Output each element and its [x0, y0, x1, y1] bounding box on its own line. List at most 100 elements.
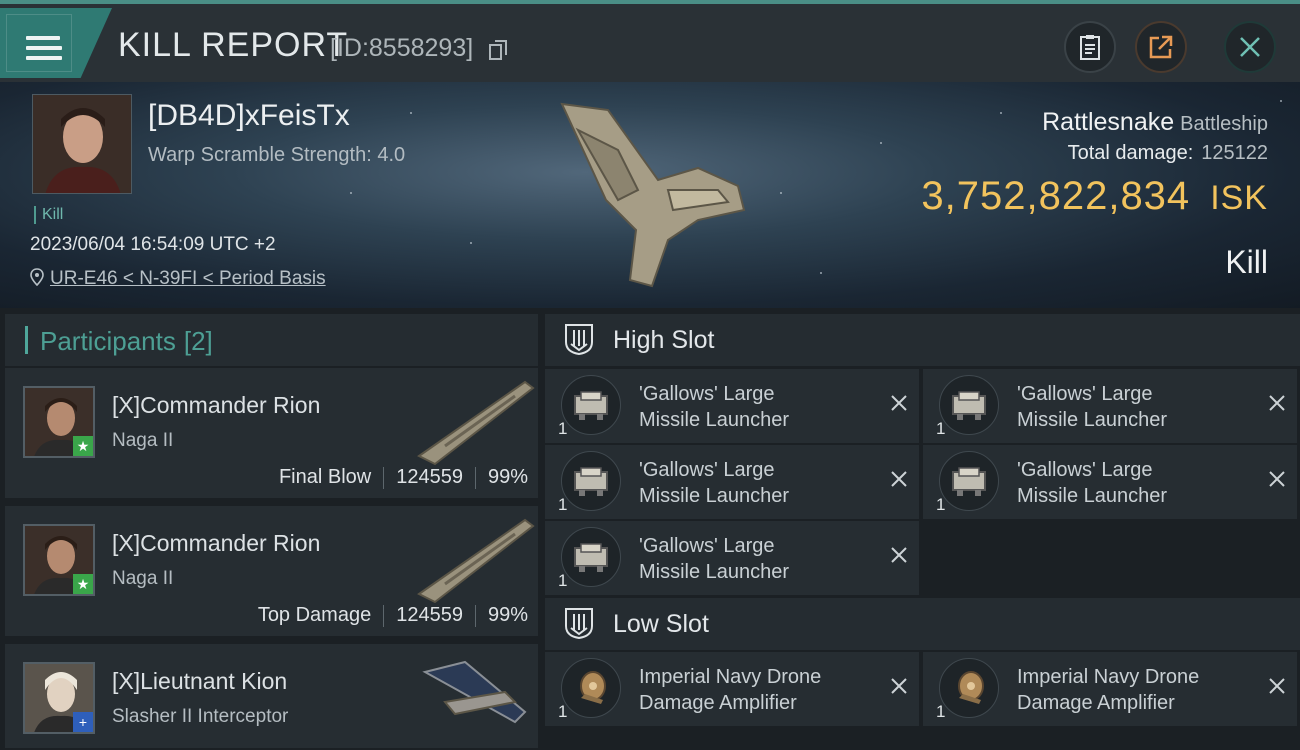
module-name-line1: 'Gallows' Large [639, 535, 775, 557]
module-name-line2: Damage Amplifier [639, 692, 797, 714]
participant-card[interactable]: ★ [X]Commander Rion Naga II Top Damage 1… [5, 506, 538, 638]
location-text: UR-E46 < N-39FI < Period Basis [50, 268, 326, 289]
character-portrait-icon [33, 95, 131, 193]
divider [474, 604, 476, 627]
share-button[interactable] [1135, 21, 1187, 73]
participant-stats: Top Damage 124559 99% [258, 604, 528, 627]
participant-card[interactable]: ★ [X]Commander Rion Naga II Final Blow 1… [5, 368, 538, 500]
missile-launcher-icon [939, 375, 999, 435]
module-item[interactable]: 1 Imperial Navy Drone Damage Amplifier [923, 652, 1297, 726]
module-name-line1: 'Gallows' Large [639, 459, 775, 481]
module-name: 'Gallows' Large Missile Launcher [639, 381, 869, 433]
participant-role: Top Damage [257, 604, 372, 626]
module-quantity: 1 [558, 419, 568, 438]
participant-ship: Naga II [112, 430, 174, 451]
module-quantity: 1 [558, 571, 568, 590]
corp-badge: + [73, 712, 93, 732]
menu-icon [26, 36, 62, 62]
module-quantity: 1 [558, 702, 568, 721]
close-button[interactable] [1224, 21, 1276, 73]
destroyed-x-icon [891, 471, 907, 487]
corp-badge: ★ [73, 574, 93, 594]
participants-title: Participants [2] [40, 326, 213, 357]
clipboard-button[interactable] [1064, 21, 1116, 73]
participant-name[interactable]: [X]Lieutnant Kion [112, 668, 287, 695]
divider [474, 466, 476, 489]
module-name-line2: Missile Launcher [639, 409, 790, 431]
victim-name[interactable]: [DB4D]xFeisTx [148, 99, 350, 133]
avatar[interactable]: + [23, 662, 95, 734]
module-name: 'Gallows' Large Missile Launcher [1017, 457, 1247, 509]
victim-ship-icon[interactable] [548, 90, 758, 290]
high-slot-header: High Slot [545, 314, 1300, 366]
top-bar: KILL REPORT [ID:8558293] [0, 0, 1300, 82]
low-slot-label: Low Slot [613, 610, 709, 638]
location-pin-icon [30, 268, 44, 286]
low-slot-icon [565, 608, 593, 640]
module-quantity: 1 [936, 495, 946, 514]
share-icon [1149, 35, 1173, 59]
module-name: Imperial Navy Drone Damage Amplifier [1017, 664, 1247, 716]
clipboard-icon [1080, 35, 1100, 60]
kill-datetime: 2023/06/04 16:54:09 UTC +2 [30, 234, 276, 255]
kill-location-link[interactable]: UR-E46 < N-39FI < Period Basis [30, 268, 326, 290]
module-quantity: 1 [936, 419, 946, 438]
participant-name[interactable]: [X]Commander Rion [112, 392, 320, 419]
low-slot-header: Low Slot [545, 598, 1300, 650]
avatar[interactable]: ★ [23, 524, 95, 596]
participant-name[interactable]: [X]Commander Rion [112, 530, 320, 557]
close-icon [1240, 37, 1260, 57]
missile-launcher-icon [561, 451, 621, 511]
report-id: [ID:8558293] [330, 34, 474, 62]
participant-ship-icon [417, 518, 535, 604]
menu-button[interactable] [0, 8, 112, 78]
participants-header: Participants [2] [5, 314, 538, 366]
missile-launcher-icon [939, 451, 999, 511]
isk-amount: 3,752,822,834 [921, 174, 1191, 218]
participant-damage: 124559 [396, 604, 463, 626]
avatar[interactable]: ★ [23, 386, 95, 458]
module-item[interactable]: 1 'Gallows' Large Missile Launcher [545, 445, 919, 519]
copy-icon[interactable] [489, 40, 507, 60]
participant-role: Final Blow [278, 466, 372, 488]
module-item[interactable]: 1 'Gallows' Large Missile Launcher [923, 445, 1297, 519]
missile-launcher-icon [561, 375, 621, 435]
total-damage-label: Total damage: [1067, 142, 1194, 164]
warp-scramble-strength: Warp Scramble Strength: 4.0 [148, 144, 406, 166]
kill-tag: Kill [34, 206, 63, 224]
victim-banner: [DB4D]xFeisTx Warp Scramble Strength: 4.… [0, 82, 1300, 308]
module-item[interactable]: 1 'Gallows' Large Missile Launcher [545, 521, 919, 595]
module-item[interactable]: 1 'Gallows' Large Missile Launcher [545, 369, 919, 443]
participant-damage: 124559 [396, 466, 463, 488]
module-quantity: 1 [936, 702, 946, 721]
participants-count: [2] [183, 326, 213, 356]
participant-ship: Naga II [112, 568, 174, 589]
ship-type: Rattlesnake [1042, 108, 1175, 136]
module-name-line2: Damage Amplifier [1017, 692, 1175, 714]
participants-panel: Participants [2] ★ [X]Commander Rion Naga… [5, 314, 538, 750]
module-item[interactable]: 1 Imperial Navy Drone Damage Amplifier [545, 652, 919, 726]
page-title: KILL REPORT [118, 26, 349, 64]
drone-damage-amplifier-icon [939, 658, 999, 718]
module-name-line2: Missile Launcher [639, 485, 790, 507]
divider [383, 604, 385, 627]
victim-ship-name[interactable]: Rattlesnake Battleship [1042, 108, 1268, 137]
module-name-line2: Missile Launcher [639, 561, 790, 583]
total-damage: Total damage: 125122 [1068, 142, 1268, 165]
module-item[interactable]: 1 'Gallows' Large Missile Launcher [923, 369, 1297, 443]
total-damage-value: 125122 [1201, 142, 1268, 164]
ship-class: Battleship [1180, 113, 1268, 135]
high-slot-label: High Slot [613, 326, 715, 354]
divider [383, 466, 385, 489]
module-name-line1: 'Gallows' Large [1017, 459, 1153, 481]
corp-badge: ★ [73, 436, 93, 456]
destroyed-x-icon [1269, 395, 1285, 411]
participant-card[interactable]: + [X]Lieutnant Kion Slasher II Intercept… [5, 644, 538, 750]
destroyed-x-icon [891, 547, 907, 563]
drone-damage-amplifier-icon [561, 658, 621, 718]
victim-portrait[interactable] [32, 94, 132, 194]
module-name: 'Gallows' Large Missile Launcher [639, 533, 869, 585]
accent-bar [25, 326, 28, 354]
participant-percent: 99% [487, 466, 528, 488]
module-name: Imperial Navy Drone Damage Amplifier [639, 664, 869, 716]
